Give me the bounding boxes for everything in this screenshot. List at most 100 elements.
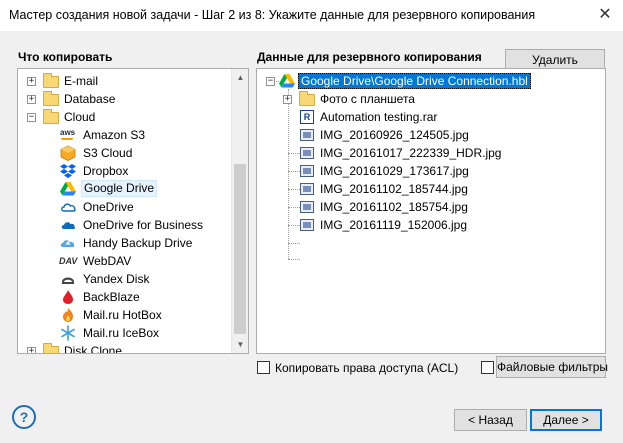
tree-item-amazon-s3[interactable]: aws Amazon S3 (18, 126, 230, 144)
mailru-icebox-icon (61, 325, 75, 341)
tree-item-onedrive[interactable]: OneDrive (18, 198, 230, 216)
close-icon[interactable]: ✕ (593, 4, 617, 26)
tree-item-label: Disk Clone (64, 344, 123, 354)
copy-acl-label[interactable]: Копировать права доступа (ACL) (275, 361, 458, 375)
tree-item-label: S3 Cloud (83, 146, 133, 160)
copy-acl-checkbox[interactable] (257, 361, 270, 374)
onedrive-icon (61, 203, 76, 212)
tree-item-jpg-file[interactable]: IMG_20161119_152006.jpg (257, 216, 597, 234)
next-button[interactable]: Далее > (530, 409, 602, 431)
s3-cloud-icon (60, 145, 76, 161)
tree-item-label: Фото с планшета (320, 92, 415, 106)
tree-item-mailru-hotbox[interactable]: Mail.ru HotBox (18, 306, 230, 324)
tree-item-label: Mail.ru IceBox (83, 326, 160, 340)
window-title: Мастер создания новой задачи - Шаг 2 из … (9, 8, 536, 22)
tree-item-mailru-icebox[interactable]: Mail.ru IceBox (18, 324, 230, 342)
tree-item-database[interactable]: + Database (18, 90, 230, 108)
yandex-disk-icon (62, 277, 74, 284)
tree-item-handy-backup-drive[interactable]: Handy Backup Drive (18, 234, 230, 252)
tree-item-dropbox[interactable]: Dropbox (18, 162, 230, 180)
tree-item-label: Google Drive\Google Drive Connection.hbl (298, 73, 531, 89)
image-file-icon (300, 201, 314, 213)
tree-item-label: Google Drive (81, 180, 158, 197)
tree-item-backblaze[interactable]: BackBlaze (18, 288, 230, 306)
tree-item-email[interactable]: + E-mail (18, 72, 230, 90)
file-filters-checkbox[interactable] (481, 361, 494, 374)
tree-item-disk-clone[interactable]: + Disk Clone (18, 342, 230, 354)
back-button[interactable]: < Назад (454, 409, 527, 431)
tree-item-yandex-disk[interactable]: Yandex Disk (18, 270, 230, 288)
image-file-icon (300, 165, 314, 177)
backup-data-heading: Данные для резервного копирования (257, 50, 482, 64)
source-tree-scrollbar[interactable]: ▲ ▼ (231, 69, 248, 353)
google-drive-icon (279, 74, 295, 88)
tree-item-jpg-file[interactable]: IMG_20160926_124505.jpg (257, 126, 597, 144)
folder-icon (43, 109, 59, 124)
tree-item-jpg-file[interactable]: IMG_20161102_185754.jpg (257, 198, 597, 216)
tree-item-label: Dropbox (83, 164, 129, 178)
tree-guide (288, 259, 300, 260)
scroll-thumb[interactable] (234, 164, 246, 334)
expand-icon[interactable]: + (27, 347, 36, 353)
image-file-icon (300, 147, 314, 159)
tree-item-label: E-mail (64, 74, 99, 88)
folder-icon (43, 73, 59, 88)
tree-item-label: WebDAV (83, 254, 132, 268)
expand-icon[interactable]: + (27, 95, 36, 104)
source-tree[interactable]: + E-mail + Database − Cloud aws Amazon S… (17, 68, 249, 354)
tree-item-s3-cloud[interactable]: S3 Cloud (18, 144, 230, 162)
webdav-icon: DAV (59, 256, 78, 266)
tree-item-label: OneDrive (83, 200, 134, 214)
tree-item-rar-file[interactable]: R Automation testing.rar (257, 108, 597, 126)
what-to-copy-heading: Что копировать (18, 50, 113, 64)
tree-item-onedrive-business[interactable]: OneDrive for Business (18, 216, 230, 234)
tree-item-label: IMG_20160926_124505.jpg (320, 128, 469, 142)
expand-icon[interactable]: + (283, 95, 292, 104)
image-file-icon (300, 129, 314, 141)
aws-smile (61, 138, 73, 140)
backup-data-tree[interactable]: − Google Drive\Google Drive Connection.h… (256, 68, 606, 354)
tree-item-jpg-file[interactable]: IMG_20161017_222339_HDR.jpg (257, 144, 597, 162)
tree-item-label: IMG_20161119_152006.jpg (320, 218, 468, 232)
tree-item-label: Yandex Disk (83, 272, 150, 286)
tree-item-photo-folder[interactable]: + Фото с планшета (257, 90, 597, 108)
tree-item-label: Handy Backup Drive (83, 236, 193, 250)
scroll-down-icon[interactable]: ▼ (232, 336, 248, 353)
rar-archive-icon: R (300, 110, 314, 124)
collapse-icon[interactable]: − (266, 77, 275, 86)
collapse-icon[interactable]: − (27, 113, 36, 122)
handy-backup-drive-icon (60, 240, 75, 247)
dropbox-icon (60, 164, 76, 178)
tree-item-label: Database (64, 92, 116, 106)
tree-item-cloud[interactable]: − Cloud (18, 108, 230, 126)
tree-item-label: IMG_20161017_222339_HDR.jpg (320, 146, 502, 160)
tree-item-label: IMG_20161102_185754.jpg (320, 200, 468, 214)
tree-item-label: IMG_20161029_173617.jpg (320, 164, 469, 178)
tree-item-label: Mail.ru HotBox (83, 308, 162, 322)
tree-item-jpg-file[interactable]: IMG_20161102_185744.jpg (257, 180, 597, 198)
tree-item-webdav[interactable]: DAV WebDAV (18, 252, 230, 270)
tree-item-label: OneDrive for Business (83, 218, 204, 232)
tree-item-label: Cloud (64, 110, 96, 124)
tree-item-google-drive[interactable]: Google Drive (18, 180, 230, 198)
tree-item-jpg-file[interactable]: IMG_20161029_173617.jpg (257, 162, 597, 180)
image-file-icon (300, 183, 314, 195)
file-filters-button[interactable]: Файловые фильтры (496, 356, 608, 378)
mailru-hotbox-icon (63, 308, 73, 322)
aws-icon-text: aws (60, 128, 76, 137)
onedrive-business-icon (61, 222, 76, 229)
help-icon[interactable]: ? (12, 405, 36, 429)
tree-item-label: Automation testing.rar (320, 110, 438, 124)
tree-item-label: IMG_20161102_185744.jpg (320, 182, 468, 196)
folder-icon (43, 91, 59, 106)
scroll-up-icon[interactable]: ▲ (232, 69, 248, 86)
dialog-body: Что копировать + E-mail + Database − Clo… (0, 32, 623, 443)
tree-item-label: BackBlaze (83, 290, 140, 304)
image-file-icon (300, 219, 314, 231)
backblaze-icon (63, 290, 73, 304)
expand-icon[interactable]: + (27, 77, 36, 86)
tree-guide (288, 243, 300, 244)
tree-root-google-drive-connection[interactable]: − Google Drive\Google Drive Connection.h… (257, 72, 597, 90)
google-drive-icon (60, 182, 76, 196)
folder-icon (43, 343, 59, 353)
